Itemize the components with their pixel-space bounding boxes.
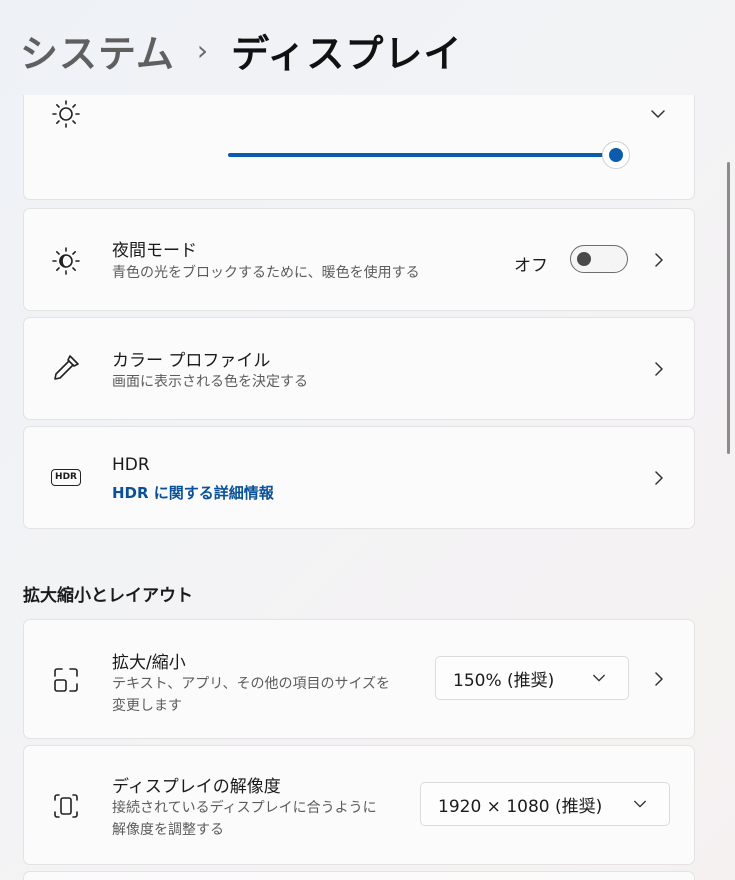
- scale-description-line1: テキスト、アプリ、その他の項目のサイズを: [112, 676, 391, 692]
- brightness-sun-icon: [50, 98, 82, 130]
- resolution-dropdown-chevron-down-icon: [633, 797, 649, 813]
- scrollbar-thumb[interactable]: [727, 162, 730, 454]
- scale-card[interactable]: 拡大/縮小 テキスト、アプリ、その他の項目のサイズを 変更します 150% (推…: [23, 619, 695, 739]
- color-profile-description: 画面に表示される色を決定する: [112, 374, 308, 390]
- brightness-expand-chevron-icon[interactable]: [650, 106, 666, 122]
- scale-dropdown[interactable]: 150% (推奨): [435, 656, 629, 700]
- color-profile-card[interactable]: カラー プロファイル 画面に表示される色を決定する: [23, 317, 695, 420]
- breadcrumb: システム › ディスプレイ: [20, 22, 462, 78]
- settings-scroll-area[interactable]: 夜間モード 青色の光をブロックするために、暖色を使用する オフ カラー プロファ…: [0, 95, 735, 880]
- breadcrumb-parent[interactable]: システム: [20, 23, 175, 78]
- resolution-description-line1: 接続されているディスプレイに合うように: [112, 800, 377, 816]
- resolution-card[interactable]: ディスプレイの解像度 接続されているディスプレイに合うように 解像度を調整する …: [23, 745, 695, 865]
- scale-description-line2: 変更します: [112, 698, 182, 714]
- scale-layout-section-title: 拡大縮小とレイアウト: [23, 586, 193, 606]
- scale-dropdown-value: 150% (推奨): [453, 670, 555, 691]
- night-light-title: 夜間モード: [112, 241, 197, 261]
- hdr-chevron-right-icon[interactable]: [652, 471, 666, 485]
- resolution-description-line2: 解像度を調整する: [112, 822, 224, 838]
- hdr-card[interactable]: HDR HDR HDR に関する詳細情報: [23, 426, 695, 529]
- next-settings-card[interactable]: [23, 871, 695, 880]
- color-profile-title: カラー プロファイル: [112, 351, 271, 371]
- night-light-toggle-label: オフ: [514, 256, 548, 276]
- scale-title: 拡大/縮小: [112, 653, 186, 673]
- night-light-icon: [50, 245, 82, 277]
- resolution-dropdown-value: 1920 × 1080 (推奨): [438, 796, 603, 817]
- breadcrumb-separator: ›: [196, 33, 210, 67]
- night-light-card[interactable]: 夜間モード 青色の光をブロックするために、暖色を使用する オフ: [23, 208, 695, 311]
- color-profile-chevron-right-icon[interactable]: [652, 362, 666, 376]
- brightness-card: [23, 95, 695, 200]
- brightness-slider-track[interactable]: [228, 153, 614, 157]
- hdr-learn-more-link[interactable]: HDR に関する詳細情報: [112, 482, 274, 503]
- resolution-dropdown[interactable]: 1920 × 1080 (推奨): [420, 782, 670, 826]
- scale-chevron-right-icon[interactable]: [652, 672, 666, 686]
- brightness-slider-thumb[interactable]: [602, 141, 630, 169]
- hdr-title: HDR: [112, 455, 150, 475]
- resolution-title: ディスプレイの解像度: [112, 777, 281, 797]
- page-title: ディスプレイ: [231, 31, 463, 76]
- eyedropper-icon: [50, 352, 82, 384]
- scale-icon: [50, 664, 82, 696]
- hdr-icon: HDR: [50, 461, 82, 493]
- night-light-toggle[interactable]: [570, 245, 628, 273]
- night-light-description: 青色の光をブロックするために、暖色を使用する: [112, 265, 420, 281]
- night-light-chevron-right-icon[interactable]: [652, 253, 666, 267]
- scale-dropdown-chevron-down-icon: [592, 671, 608, 687]
- resolution-icon: [50, 790, 82, 822]
